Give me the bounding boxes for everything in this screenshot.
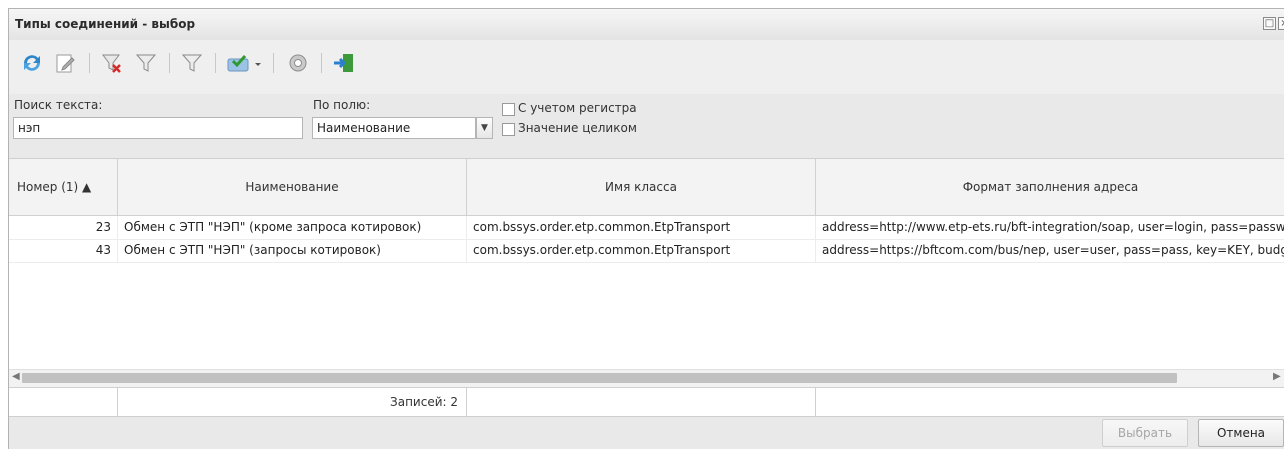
field-select[interactable]: Наименование <box>312 117 476 139</box>
table-row[interactable]: 23 Обмен с ЭТП "НЭП" (кроме запроса коти… <box>9 216 1284 240</box>
settings-button[interactable] <box>281 46 315 80</box>
whole-value-label: Значение целиком <box>518 121 637 135</box>
refresh-button[interactable] <box>15 46 49 80</box>
search-text-label: Поиск текста: <box>14 98 103 112</box>
cell-number: 43 <box>9 239 118 262</box>
cell-address-format: address=http://www.etp-ets.ru/bft-integr… <box>822 220 1284 234</box>
exit-icon <box>334 54 353 72</box>
scroll-left-icon[interactable]: ◀ <box>12 371 20 382</box>
search-input[interactable] <box>13 117 303 139</box>
title-bar[interactable]: Типы соединений - выбор □ × <box>9 9 1284 41</box>
case-sensitive-label: С учетом регистра <box>518 101 637 115</box>
exit-button[interactable] <box>327 46 361 80</box>
toolbar <box>9 40 1284 96</box>
filter-funnel-icon <box>181 54 203 72</box>
refresh-icon <box>24 55 40 71</box>
scroll-right-icon[interactable]: ▶ <box>1273 371 1281 382</box>
select-button[interactable]: Выбрать <box>1102 419 1188 447</box>
record-count: Записей: 2 <box>118 388 467 416</box>
search-panel: Поиск текста: По полю: Наименование ▼ С … <box>9 94 1284 149</box>
cell-class: com.bssys.order.etp.common.EtpTransport <box>467 239 816 262</box>
case-sensitive-checkbox[interactable] <box>502 103 515 116</box>
table-row[interactable]: 43 Обмен с ЭТП "НЭП" (запросы котировок)… <box>9 239 1284 263</box>
filter-icon <box>135 54 157 72</box>
quick-filter-button[interactable] <box>175 46 209 80</box>
edit-icon <box>56 54 75 73</box>
grid-header: Номер (1) ▲ Наименование Имя класса Форм… <box>9 159 1284 216</box>
dialog-window: Типы соединений - выбор □ × <box>8 8 1284 449</box>
column-header-address-format[interactable]: Формат заполнения адреса <box>816 159 1284 215</box>
column-header-class[interactable]: Имя класса <box>467 159 816 215</box>
data-grid: Номер (1) ▲ Наименование Имя класса Форм… <box>9 158 1284 417</box>
clear-filter-button[interactable] <box>95 46 129 80</box>
close-icon[interactable]: × <box>1278 17 1284 30</box>
clear-filter-icon <box>102 54 121 73</box>
column-header-number[interactable]: Номер (1) ▲ <box>9 159 118 215</box>
cell-class: com.bssys.order.etp.common.EtpTransport <box>467 216 816 239</box>
edit-button[interactable] <box>49 46 83 80</box>
cell-name: Обмен с ЭТП "НЭП" (запросы котировок) <box>118 239 467 262</box>
cell-number: 23 <box>9 216 118 239</box>
mark-select-icon <box>227 55 261 72</box>
maximize-icon[interactable]: □ <box>1263 17 1276 30</box>
field-label: По полю: <box>313 98 371 112</box>
cell-address-format: address=https://bftcom.com/bus/nep, user… <box>822 243 1284 257</box>
filter-button[interactable] <box>129 46 163 80</box>
mark-dropdown-button[interactable] <box>221 46 267 80</box>
scrollbar-thumb[interactable] <box>22 373 1177 383</box>
grid-footer: Записей: 2 <box>9 387 1284 416</box>
whole-value-checkbox[interactable] <box>502 123 515 136</box>
chevron-down-icon[interactable]: ▼ <box>476 117 493 139</box>
cell-name: Обмен с ЭТП "НЭП" (кроме запроса котиров… <box>118 216 467 239</box>
column-header-name[interactable]: Наименование <box>118 159 467 215</box>
horizontal-scrollbar[interactable]: ◀ ▶ <box>9 369 1284 387</box>
window-title: Типы соединений - выбор <box>15 17 196 31</box>
cancel-button[interactable]: Отмена <box>1198 419 1284 447</box>
settings-gear-icon <box>289 54 307 72</box>
